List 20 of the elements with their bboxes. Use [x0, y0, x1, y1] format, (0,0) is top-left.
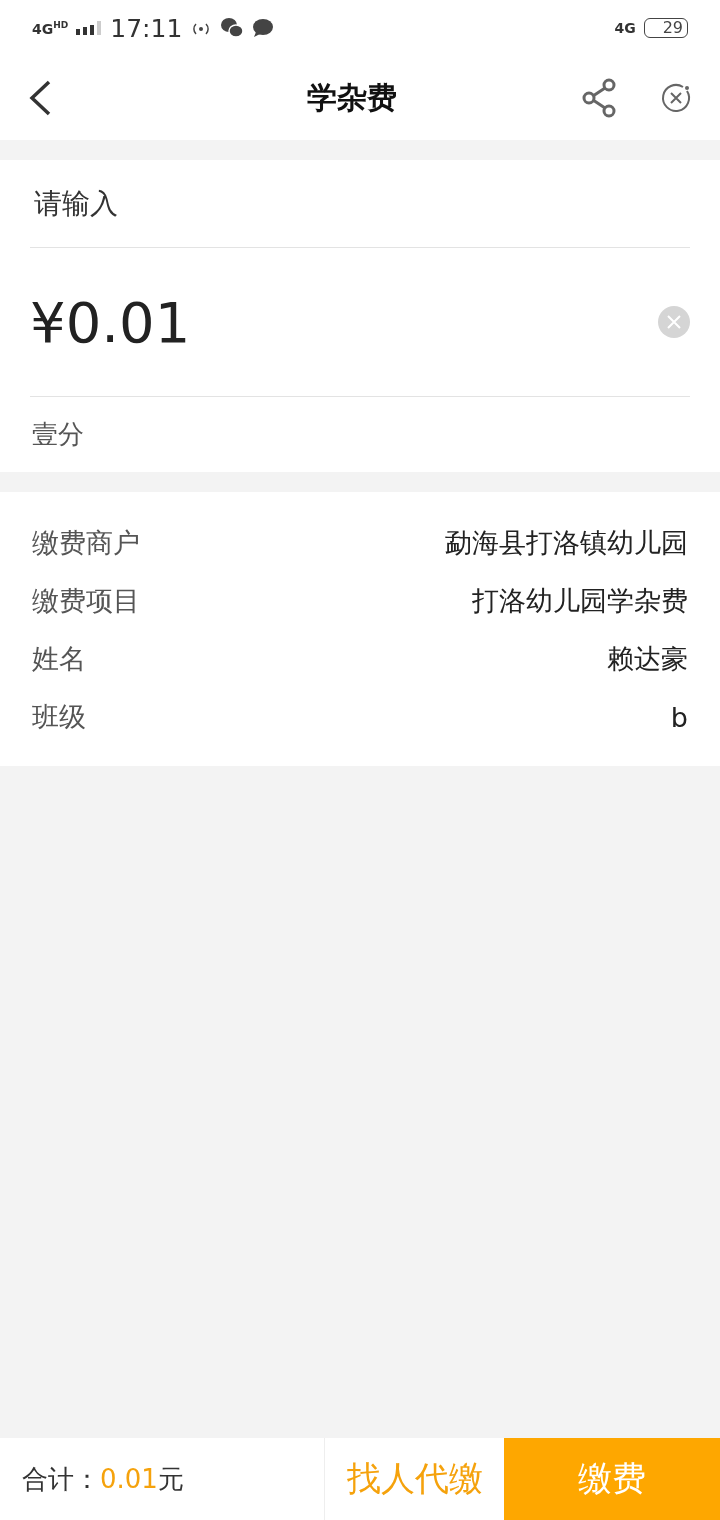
total-label: 合计：	[22, 1462, 100, 1496]
network-label: 4G$^{HD}$	[32, 19, 69, 37]
page-title: 学杂费	[306, 78, 398, 117]
network-label: 4G	[614, 20, 636, 36]
detail-label: 缴费项目	[32, 584, 140, 618]
pay-button[interactable]: 缴费	[504, 1438, 720, 1520]
amount-field[interactable]: ¥0.01	[30, 289, 658, 355]
detail-label: 姓名	[32, 642, 86, 676]
detail-label: 班级	[32, 700, 86, 734]
detail-value: 赖达豪	[607, 642, 688, 676]
amount-in-words: 壹分	[31, 418, 85, 451]
detail-label: 缴费商户	[32, 526, 140, 560]
detail-value: b	[670, 701, 688, 733]
input-prompt: 请输入	[30, 160, 690, 248]
total-amount: 0.01	[100, 1464, 158, 1494]
time: 17:11	[110, 13, 183, 43]
detail-value: 勐海县打洛镇幼儿园	[445, 526, 688, 560]
currency-unit: 元	[157, 1462, 184, 1496]
battery-indicator: 29	[643, 18, 688, 38]
detail-value: 打洛幼儿园学杂费	[472, 584, 688, 618]
